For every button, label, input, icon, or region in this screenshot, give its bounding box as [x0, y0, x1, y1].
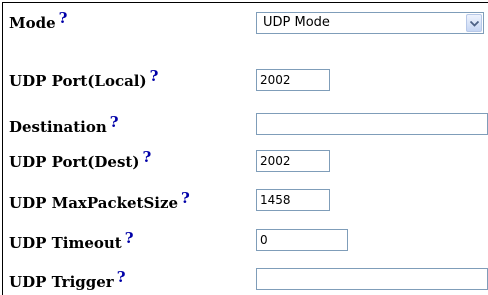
- udp-port-local-label: UDP Port(Local)?: [9, 68, 158, 90]
- udp-trigger-label-text: UDP Trigger: [9, 273, 114, 291]
- udp-port-dest-label: UDP Port(Dest)?: [9, 149, 151, 171]
- udp-timeout-input[interactable]: 0: [256, 229, 348, 251]
- help-icon[interactable]: ?: [150, 67, 159, 85]
- udp-max-packet-size-label: UDP MaxPacketSize?: [9, 190, 190, 212]
- mode-label: Mode?: [9, 10, 67, 32]
- mode-select[interactable]: UDP Mode: [256, 12, 484, 34]
- help-icon[interactable]: ?: [142, 148, 151, 166]
- udp-port-local-input[interactable]: 2002: [256, 69, 330, 91]
- udp-port-dest-input[interactable]: 2002: [256, 150, 330, 172]
- destination-input[interactable]: [256, 113, 488, 135]
- destination-label: Destination?: [9, 114, 119, 136]
- mode-label-text: Mode: [9, 14, 56, 32]
- help-icon[interactable]: ?: [110, 113, 119, 131]
- udp-port-dest-label-text: UDP Port(Dest): [9, 153, 140, 171]
- help-icon[interactable]: ?: [59, 9, 68, 27]
- udp-port-local-label-text: UDP Port(Local): [9, 72, 147, 90]
- chevron-down-icon[interactable]: [466, 14, 482, 32]
- help-icon[interactable]: ?: [181, 189, 190, 207]
- udp-trigger-label: UDP Trigger?: [9, 269, 125, 291]
- help-icon[interactable]: ?: [117, 268, 126, 286]
- udp-max-packet-size-input[interactable]: 1458: [256, 189, 330, 211]
- udp-trigger-input[interactable]: [256, 268, 488, 290]
- destination-label-text: Destination: [9, 118, 107, 136]
- udp-max-packet-size-label-text: UDP MaxPacketSize: [9, 194, 179, 212]
- help-icon[interactable]: ?: [125, 229, 134, 247]
- udp-timeout-label: UDP Timeout?: [9, 230, 134, 252]
- udp-timeout-label-text: UDP Timeout: [9, 234, 122, 252]
- mode-select-value: UDP Mode: [263, 15, 330, 30]
